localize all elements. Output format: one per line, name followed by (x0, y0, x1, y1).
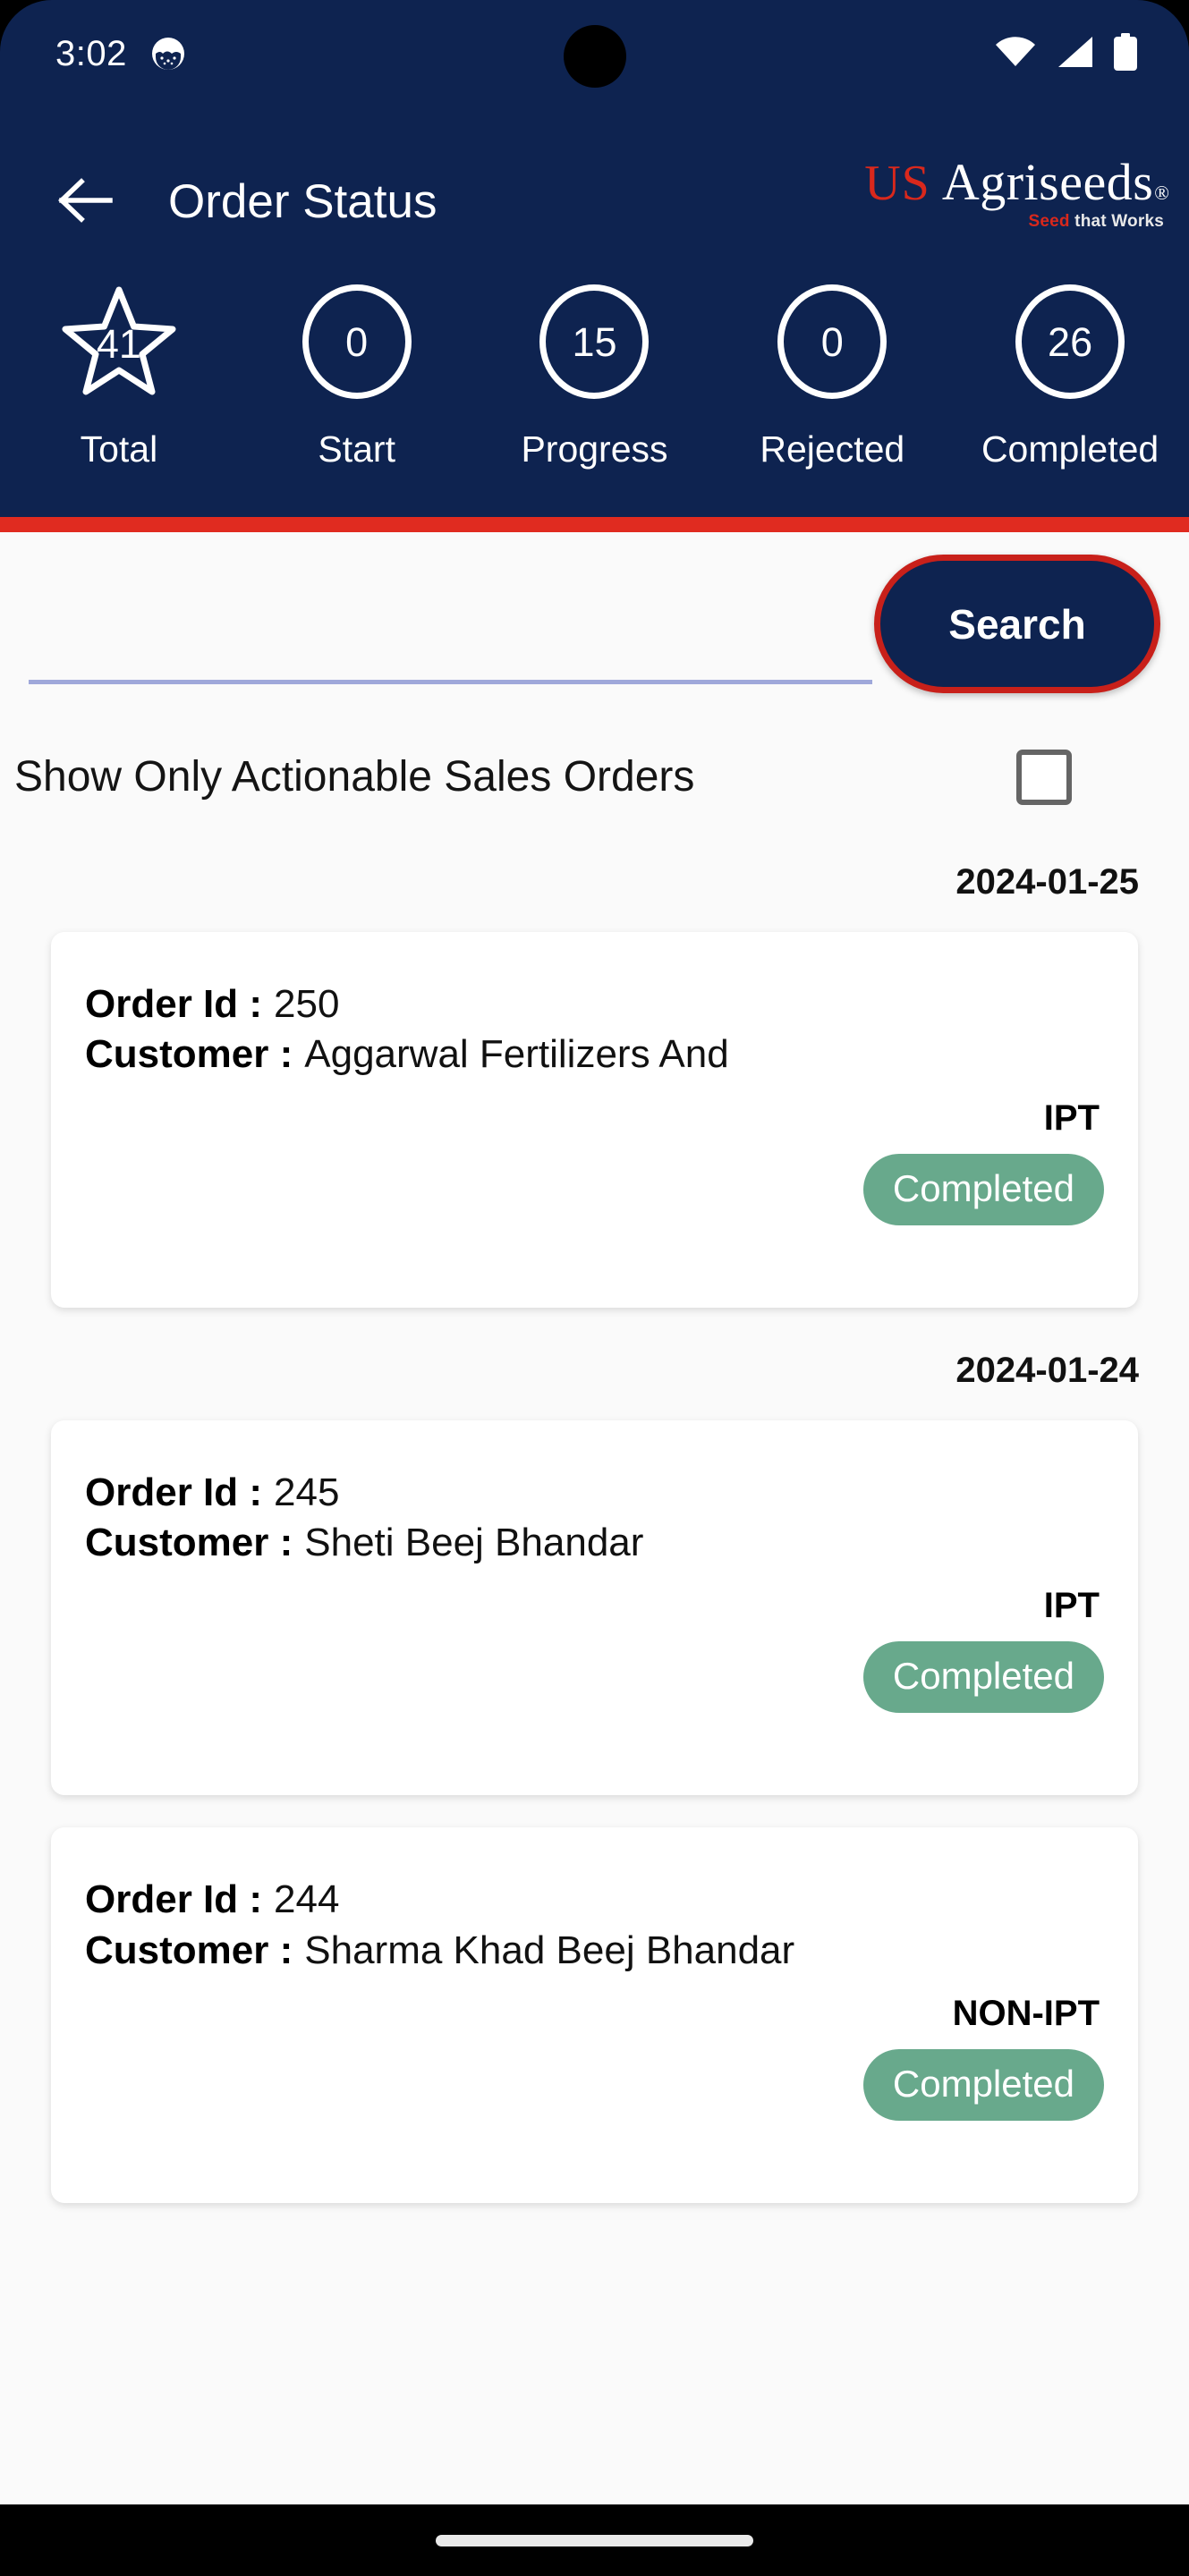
order-type-label: IPT (1043, 1586, 1100, 1626)
stat-completed-shape: 26 (1013, 284, 1127, 399)
cellular-signal-icon (1055, 35, 1094, 73)
home-gesture-pill[interactable] (436, 2534, 753, 2546)
camera-punch-hole (563, 25, 626, 88)
app-bar: Order Status US Agriseeds ® Seed that Wo… (0, 139, 1189, 264)
order-id-row: Order Id : 244 (85, 1875, 1104, 1925)
status-badge[interactable]: Completed (862, 1641, 1104, 1714)
wifi-icon (994, 35, 1037, 73)
customer-row: Customer : Sheti Beej Bhandar (85, 1518, 1104, 1568)
stat-completed-label: Completed (981, 428, 1159, 470)
stat-completed-value: 26 (1048, 318, 1093, 365)
order-card[interactable]: Order Id : 245 Customer : Sheti Beej Bha… (51, 1419, 1138, 1796)
search-input[interactable] (29, 624, 872, 680)
order-type-label: NON-IPT (952, 1993, 1100, 2033)
customer-label: Customer : (85, 1928, 293, 1972)
order-id-value: 245 (274, 1470, 340, 1514)
stat-rejected[interactable]: 0 Rejected (713, 284, 951, 468)
stat-progress-shape: 15 (537, 284, 651, 399)
order-id-label: Order Id : (85, 982, 263, 1026)
stat-progress-value: 15 (572, 318, 617, 365)
stat-rejected-label: Rejected (760, 428, 905, 470)
order-id-label: Order Id : (85, 1877, 263, 1922)
status-badge[interactable]: Completed (862, 1153, 1104, 1225)
customer-value: Aggarwal Fertilizers And (304, 1032, 729, 1077)
order-meta: NON-IPT Completed (85, 1996, 1104, 2121)
order-status-summary: 41 Total 0 Start 15 Progress 0 Rejected … (0, 284, 1189, 468)
actionable-filter-row: Show Only Actionable Sales Orders (0, 724, 1189, 830)
circle-outline-icon: 0 (777, 284, 888, 399)
brand-logo-name: Agriseeds (941, 153, 1154, 211)
battery-icon (1112, 32, 1139, 75)
status-clock: 3:02 (55, 34, 127, 73)
status-badge[interactable]: Completed (862, 2048, 1104, 2121)
actionable-filter-label: Show Only Actionable Sales Orders (14, 753, 695, 801)
brand-logo-registered-mark: ® (1154, 182, 1169, 204)
card-spacer (85, 1225, 1104, 1272)
status-bar-left: 3:02 (55, 36, 186, 72)
brand-logo-main: US Agriseeds ® (864, 153, 1169, 211)
order-date-group-header: 2024-01-24 (955, 1350, 1139, 1390)
stat-start[interactable]: 0 Start (238, 284, 476, 468)
stat-total-shape: 41 (62, 284, 176, 399)
stat-total-label: Total (80, 428, 158, 470)
order-meta: IPT Completed (85, 1586, 1104, 1714)
stat-total[interactable]: 41 Total (0, 284, 238, 468)
stat-progress-label: Progress (521, 428, 668, 470)
brand-tagline-lead: Seed (1028, 212, 1070, 231)
brand-logo: US Agriseeds ® Seed that Works (864, 148, 1169, 241)
stat-progress[interactable]: 15 Progress (476, 284, 714, 468)
customer-row: Customer : Aggarwal Fertilizers And (85, 1030, 1104, 1080)
page-body: Search Show Only Actionable Sales Orders… (0, 532, 1189, 2504)
page-title: Order Status (168, 174, 437, 228)
customer-value: Sharma Khad Beej Bhandar (304, 1928, 795, 1972)
back-arrow-icon (58, 176, 114, 227)
circle-outline-icon: 15 (539, 284, 650, 399)
stat-rejected-shape: 0 (775, 284, 889, 399)
app-header: 3:02 Order Status US Agriseeds ® Seed th… (0, 0, 1189, 517)
phone-screen: 3:02 Order Status US Agriseeds ® Seed th… (0, 0, 1189, 2576)
customer-label: Customer : (85, 1032, 293, 1077)
circle-outline-icon: 26 (1015, 284, 1125, 399)
circle-outline-icon: 0 (301, 284, 412, 399)
search-button[interactable]: Search (874, 555, 1160, 693)
order-meta: IPT Completed (85, 1100, 1104, 1225)
order-date-group-header: 2024-01-25 (955, 862, 1139, 902)
back-button[interactable] (43, 158, 129, 244)
order-id-label: Order Id : (85, 1470, 263, 1514)
customer-value: Sheti Beej Bhandar (304, 1520, 644, 1564)
order-id-value: 250 (274, 982, 340, 1026)
search-field (29, 568, 872, 684)
order-id-row: Order Id : 250 (85, 979, 1104, 1030)
card-spacer (85, 2121, 1104, 2167)
notification-icon (150, 36, 186, 72)
card-spacer (85, 1713, 1104, 1759)
customer-label: Customer : (85, 1520, 293, 1564)
stat-completed[interactable]: 26 Completed (951, 284, 1189, 468)
stat-total-value: 41 (96, 321, 141, 368)
system-navigation-bar (0, 2504, 1189, 2576)
customer-row: Customer : Sharma Khad Beej Bhandar (85, 1926, 1104, 1976)
order-id-value: 244 (274, 1877, 340, 1922)
order-type-label: IPT (1043, 1097, 1100, 1138)
order-card[interactable]: Order Id : 250 Customer : Aggarwal Ferti… (51, 932, 1138, 1308)
order-card[interactable]: Order Id : 244 Customer : Sharma Khad Be… (51, 1827, 1138, 2203)
stat-start-value: 0 (345, 318, 369, 365)
status-bar-right (994, 32, 1139, 75)
stat-rejected-value: 0 (820, 318, 844, 365)
brand-logo-prefix: US (864, 156, 930, 211)
actionable-filter-checkbox[interactable] (1016, 750, 1072, 805)
brand-logo-tagline: Seed that Works (1028, 212, 1164, 232)
order-id-row: Order Id : 245 (85, 1468, 1104, 1518)
brand-tagline-rest: that Works (1069, 212, 1164, 231)
accent-divider (0, 517, 1189, 532)
search-row: Search (0, 532, 1189, 724)
order-list: 2024-01-25 Order Id : 250 Customer : Agg… (0, 864, 1189, 2203)
stat-start-shape: 0 (300, 284, 414, 399)
stat-start-label: Start (318, 428, 395, 470)
